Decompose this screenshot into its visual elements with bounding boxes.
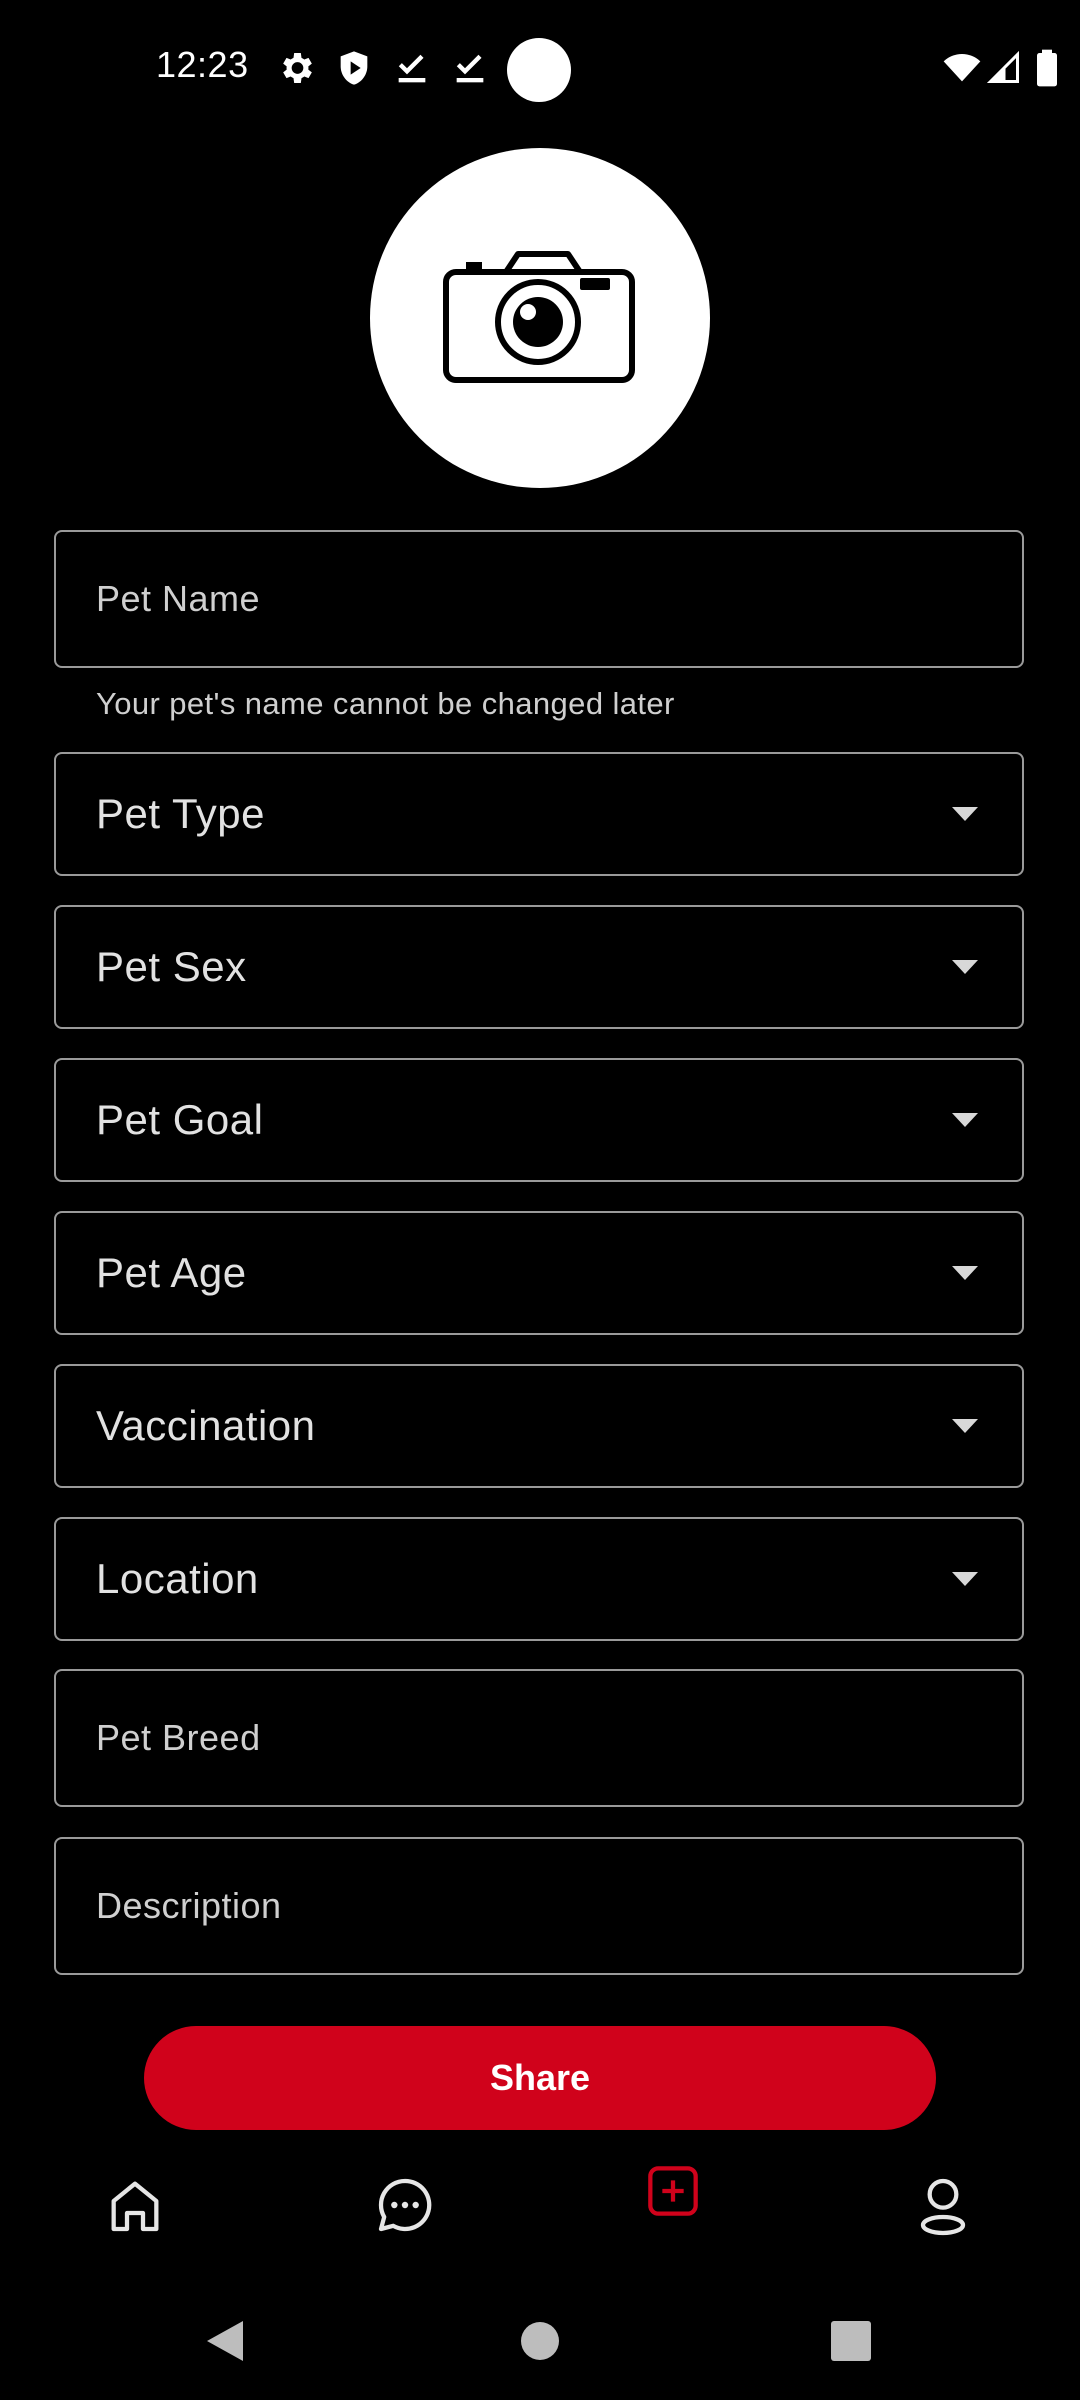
location-dropdown[interactable]: Location bbox=[54, 1517, 1024, 1641]
pet-name-field[interactable]: Pet Name bbox=[54, 530, 1024, 668]
nav-messages[interactable] bbox=[350, 2150, 460, 2260]
battery-icon bbox=[1037, 49, 1057, 87]
front-camera bbox=[507, 38, 571, 102]
home-icon bbox=[111, 2181, 159, 2232]
recents-button[interactable] bbox=[816, 2306, 886, 2376]
vaccination-dropdown[interactable]: Vaccination bbox=[54, 1364, 1024, 1488]
pet-sex-dropdown[interactable]: Pet Sex bbox=[54, 905, 1024, 1029]
nav-profile[interactable] bbox=[888, 2150, 998, 2260]
nav-home[interactable] bbox=[80, 2150, 190, 2260]
pet-age-dropdown[interactable]: Pet Age bbox=[54, 1211, 1024, 1335]
pet-type-dropdown[interactable]: Pet Type bbox=[54, 752, 1024, 876]
pet-breed-field[interactable]: Pet Breed bbox=[54, 1669, 1024, 1807]
dropdown-arrow-icon bbox=[952, 1572, 978, 1586]
dropdown-arrow-icon bbox=[952, 1419, 978, 1433]
dropdown-arrow-icon bbox=[952, 807, 978, 821]
pet-breed-placeholder: Pet Breed bbox=[96, 1717, 261, 1758]
home-circle-icon bbox=[521, 2322, 559, 2360]
status-bar: 12:23 bbox=[0, 0, 1080, 140]
location-label: Location bbox=[96, 1555, 259, 1602]
gear-icon bbox=[283, 53, 312, 83]
profile-icon bbox=[920, 2178, 966, 2236]
vaccination-label: Vaccination bbox=[96, 1402, 316, 1449]
recents-square-icon bbox=[831, 2321, 871, 2361]
share-button[interactable]: Share bbox=[144, 2026, 936, 2130]
home-button[interactable] bbox=[505, 2306, 575, 2376]
pet-name-helper-text: Your pet's name cannot be changed later bbox=[96, 686, 675, 721]
screen: 12:23 Pet Name Your pet's name cannot be… bbox=[0, 0, 1080, 2400]
dropdown-arrow-icon bbox=[952, 960, 978, 974]
download-done-icon bbox=[456, 54, 484, 83]
signal-icon bbox=[986, 50, 1019, 83]
description-placeholder: Description bbox=[96, 1885, 282, 1926]
chat-icon bbox=[378, 2178, 432, 2232]
pet-age-label: Pet Age bbox=[96, 1249, 247, 1296]
back-button[interactable] bbox=[190, 2306, 260, 2376]
pet-photo-picker[interactable] bbox=[370, 148, 710, 488]
status-time: 12:23 bbox=[156, 44, 249, 85]
nav-add-post[interactable] bbox=[618, 2136, 728, 2246]
pet-goal-dropdown[interactable]: Pet Goal bbox=[54, 1058, 1024, 1182]
bottom-nav bbox=[0, 2150, 1080, 2280]
pet-name-placeholder: Pet Name bbox=[96, 578, 261, 619]
shield-icon bbox=[340, 51, 368, 85]
system-nav-bar bbox=[0, 2280, 1080, 2400]
pet-goal-label: Pet Goal bbox=[96, 1096, 264, 1143]
add-box-icon bbox=[648, 2166, 698, 2216]
dropdown-arrow-icon bbox=[952, 1266, 978, 1280]
dropdown-arrow-icon bbox=[952, 1113, 978, 1127]
back-triangle-icon bbox=[207, 2321, 243, 2361]
wifi-icon bbox=[943, 54, 981, 82]
camera-icon bbox=[443, 251, 635, 383]
download-done-icon bbox=[398, 54, 426, 83]
description-field[interactable]: Description bbox=[54, 1837, 1024, 1975]
pet-sex-label: Pet Sex bbox=[96, 943, 247, 990]
pet-type-label: Pet Type bbox=[96, 790, 266, 837]
